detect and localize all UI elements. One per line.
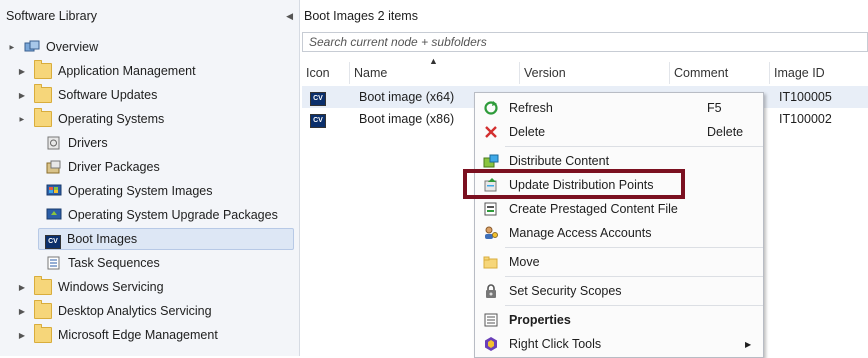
tree-item-label: Application Management	[58, 64, 196, 78]
os-upgrade-icon	[46, 208, 62, 222]
right-click-tools-icon	[483, 336, 499, 352]
tree-item-label: Task Sequences	[68, 256, 160, 270]
column-header-comment[interactable]: Comment	[670, 62, 770, 84]
tree-item-label: Desktop Analytics Servicing	[58, 304, 212, 318]
move-icon	[483, 254, 499, 270]
tree-item-label: Driver Packages	[68, 160, 160, 174]
drivers-icon	[46, 136, 62, 150]
workspace-title: Software Library	[6, 9, 98, 23]
tree-item-label: Operating System Upgrade Packages	[68, 208, 278, 222]
navigation-pane: Software Library ◀ ▲ Overview ▶ Applicat…	[0, 0, 300, 356]
folder-icon	[34, 84, 52, 103]
expand-arrow-icon[interactable]: ▶	[16, 331, 28, 340]
tree-item-label: Drivers	[68, 136, 108, 150]
properties-icon	[483, 312, 499, 328]
collapse-pane-icon[interactable]: ◀	[286, 11, 293, 22]
menu-item-delete[interactable]: Delete Delete	[475, 120, 763, 144]
tree-item-overview[interactable]: ▲ Overview	[6, 36, 99, 58]
highlight-box	[463, 169, 685, 199]
prestaged-content-icon	[483, 201, 499, 217]
row-image-id: IT100002	[779, 112, 832, 126]
menu-item-manage-access-accounts[interactable]: Manage Access Accounts	[475, 221, 763, 245]
boot-image-icon: CV	[45, 232, 61, 249]
folder-icon	[34, 324, 52, 343]
column-header-image-id[interactable]: Image ID	[770, 62, 868, 84]
menu-item-properties[interactable]: Properties	[475, 308, 763, 332]
context-menu: Refresh F5 Delete Delete Distribute Cont…	[474, 92, 764, 358]
menu-item-right-click-tools[interactable]: Right Click Tools ▶	[475, 332, 763, 356]
menu-item-refresh[interactable]: Refresh F5	[475, 96, 763, 120]
tree-item-label: Software Updates	[58, 88, 158, 102]
menu-item-create-prestaged-content-file[interactable]: Create Prestaged Content File	[475, 197, 763, 221]
column-header-version[interactable]: Version	[520, 62, 670, 84]
menu-separator	[505, 146, 763, 147]
row-image-id: IT100005	[779, 90, 832, 104]
tree-item-label: Operating System Images	[68, 184, 213, 198]
tree-item-label: Overview	[46, 40, 99, 54]
tree-item-software-updates[interactable]: ▶ Software Updates	[16, 84, 157, 106]
tree-item-application-management[interactable]: ▶ Application Management	[16, 60, 196, 82]
expand-arrow-icon[interactable]: ▶	[16, 67, 28, 76]
tree-item-os-images[interactable]: Operating System Images	[46, 180, 213, 202]
tree-item-os-upgrade-packages[interactable]: Operating System Upgrade Packages	[46, 204, 278, 226]
expand-arrow-icon[interactable]: ▲	[18, 113, 27, 125]
delete-icon	[483, 124, 499, 140]
driver-packages-icon	[46, 160, 62, 174]
expand-arrow-icon[interactable]: ▶	[16, 283, 28, 292]
os-images-icon	[46, 184, 62, 198]
distribute-content-icon	[483, 153, 499, 169]
submenu-arrow-icon: ▶	[745, 339, 752, 349]
folder-icon	[34, 60, 52, 79]
tree-item-label: Boot Images	[67, 232, 138, 246]
refresh-icon	[483, 100, 499, 116]
tree-item-task-sequences[interactable]: Task Sequences	[46, 252, 160, 274]
row-name: Boot image (x64)	[359, 90, 455, 104]
row-name: Boot image (x86)	[359, 112, 455, 126]
column-header-icon[interactable]: Icon	[302, 62, 350, 84]
tree-item-label: Windows Servicing	[58, 280, 164, 294]
menu-separator	[505, 276, 763, 277]
folder-icon	[34, 276, 52, 295]
content-title: Boot Images 2 items	[304, 9, 418, 23]
folder-icon	[34, 108, 52, 127]
column-header-name[interactable]: Name	[350, 62, 520, 84]
boot-image-icon: CV	[310, 111, 326, 128]
tree-item-operating-systems[interactable]: ▲ Operating Systems	[16, 108, 164, 130]
navigation-header: Software Library ◀	[0, 0, 299, 32]
expand-arrow-icon[interactable]: ▶	[16, 307, 28, 316]
shortcut-label: F5	[707, 101, 722, 115]
folder-icon	[34, 300, 52, 319]
tree-item-boot-images[interactable]: CV Boot Images	[38, 228, 294, 250]
tree-item-label: Operating Systems	[58, 112, 165, 126]
boot-image-icon: CV	[310, 89, 326, 106]
tree-item-microsoft-edge-management[interactable]: ▶ Microsoft Edge Management	[16, 324, 218, 346]
menu-item-set-security-scopes[interactable]: Set Security Scopes	[475, 279, 763, 303]
shortcut-label: Delete	[707, 125, 744, 139]
security-scopes-icon	[483, 283, 499, 299]
menu-separator	[505, 305, 763, 306]
expand-arrow-icon[interactable]: ▶	[16, 91, 28, 100]
overview-icon	[24, 40, 40, 54]
menu-separator	[505, 247, 763, 248]
expand-arrow-icon[interactable]: ▲	[8, 41, 17, 53]
menu-item-move[interactable]: Move	[475, 250, 763, 274]
access-accounts-icon	[483, 225, 499, 241]
tree-item-desktop-analytics-servicing[interactable]: ▶ Desktop Analytics Servicing	[16, 300, 212, 322]
tree-item-label: Microsoft Edge Management	[58, 328, 218, 342]
tree-item-drivers[interactable]: Drivers	[46, 132, 108, 154]
task-sequence-icon	[46, 256, 62, 270]
tree-item-windows-servicing[interactable]: ▶ Windows Servicing	[16, 276, 164, 298]
search-input[interactable]: Search current node + subfolders	[302, 32, 868, 52]
tree-item-driver-packages[interactable]: Driver Packages	[46, 156, 160, 178]
